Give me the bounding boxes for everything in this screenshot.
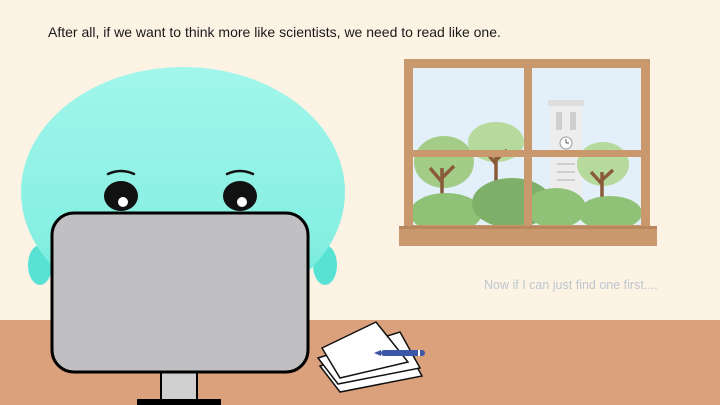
window-mullion — [524, 59, 532, 229]
aside-remark: Now if I can just find one first.... — [484, 278, 658, 292]
slide: { "slide": { "caption": "After all, if w… — [0, 0, 720, 405]
window — [399, 59, 657, 246]
window-transom — [404, 150, 650, 157]
monitor-back — [50, 211, 310, 374]
scene-illustration — [0, 59, 720, 405]
monitor-base — [137, 399, 221, 405]
monitor-neck — [160, 370, 198, 402]
